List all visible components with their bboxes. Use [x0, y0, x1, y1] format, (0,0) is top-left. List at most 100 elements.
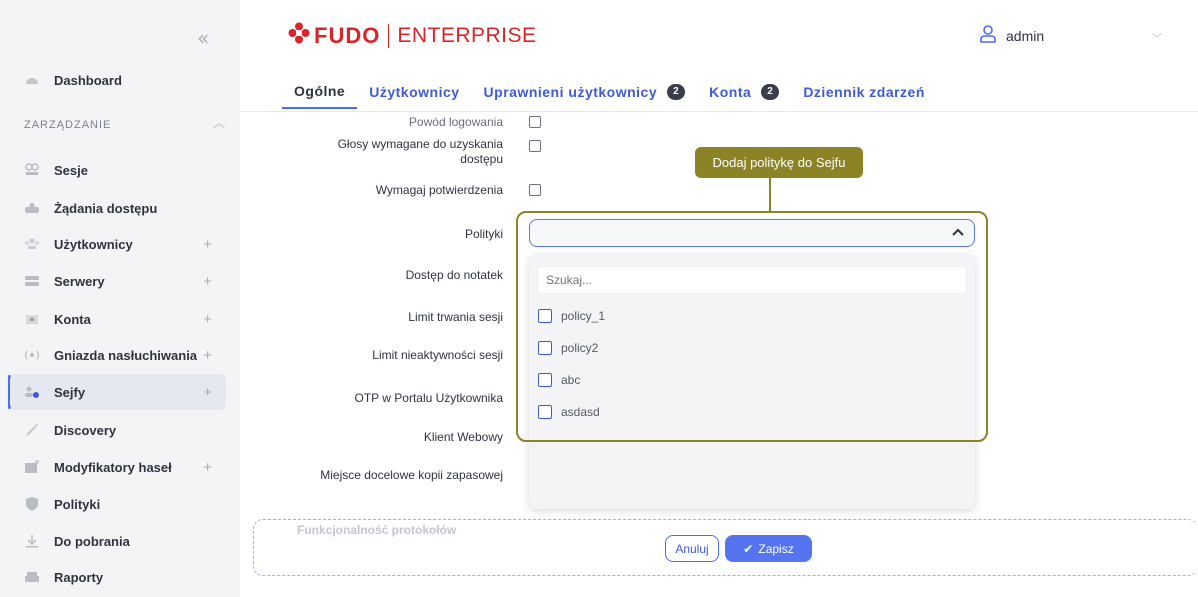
- collapse-sidebar-icon[interactable]: «: [197, 26, 209, 50]
- cancel-button[interactable]: Anuluj: [665, 535, 719, 562]
- count-badge: 2: [667, 84, 686, 100]
- confirm-label: Wymagaj potwierdzenia: [375, 183, 503, 197]
- user-icon: [980, 25, 996, 46]
- check-icon: ✔: [743, 541, 754, 556]
- dropdown-option[interactable]: policy2: [538, 341, 598, 355]
- tab-bar: Ogólne Użytkownicy Uprawnieni użytkownic…: [282, 80, 937, 109]
- reason-label: Powód logowania: [408, 115, 503, 129]
- servers-icon: [24, 273, 40, 289]
- shield-icon: [24, 496, 40, 512]
- users-icon: [24, 236, 40, 252]
- search-input[interactable]: [537, 266, 967, 294]
- add-safe-button[interactable]: +: [203, 384, 212, 401]
- sidebar-item-label: Raporty: [54, 569, 104, 585]
- tooltip-text: Dodaj politykę do Sejfu: [712, 155, 846, 170]
- sidebar-item-safes[interactable]: Sejfy +: [10, 374, 226, 410]
- sidebar-item-accounts[interactable]: Konta +: [10, 301, 226, 337]
- sidebar-item-label: Sejfy: [54, 384, 86, 400]
- sessions-icon: [24, 162, 40, 178]
- username: admin: [1006, 27, 1045, 44]
- dropdown-option[interactable]: asdasd: [538, 405, 600, 419]
- sidebar-item-label: Modyfikatory haseł: [54, 459, 172, 475]
- dropdown-option[interactable]: policy_1: [538, 309, 605, 323]
- confirm-checkbox[interactable]: [529, 184, 541, 196]
- sidebar-item-reports[interactable]: Raporty: [10, 559, 226, 595]
- policies-dropdown: policy_1 policy2 abc asdasd: [529, 254, 975, 509]
- chevron-down-icon[interactable]: ﹀: [1152, 30, 1162, 45]
- tutorial-tooltip: Dodaj politykę do Sejfu: [695, 147, 863, 178]
- sidebar-item-listeners[interactable]: Gniazda nasłuchiwania +: [10, 337, 226, 373]
- option-checkbox[interactable]: [538, 373, 552, 387]
- option-label: policy2: [561, 341, 599, 355]
- option-checkbox[interactable]: [538, 309, 552, 323]
- fudo-enterprise-logo[interactable]: FUDO ENTERPRISE: [288, 22, 537, 49]
- user-menu[interactable]: admin: [980, 25, 1044, 46]
- web-client-label: Klient Webowy: [423, 430, 503, 444]
- sidebar-item-users[interactable]: Użytkownicy +: [10, 226, 226, 262]
- add-user-button[interactable]: +: [203, 236, 212, 253]
- tooltip-connector: [769, 178, 771, 211]
- sidebar-item-policies[interactable]: Polityki: [10, 486, 226, 522]
- accounts-icon: [24, 311, 40, 327]
- sidebar-item-label: Żądania dostępu: [54, 200, 158, 216]
- sidebar-item-dashboard[interactable]: Dashboard: [10, 62, 226, 98]
- tabs-divider: [240, 111, 1198, 112]
- tab-label: Dziennik zdarzeń: [803, 84, 925, 100]
- listeners-icon: [24, 347, 40, 363]
- reports-icon: [24, 569, 40, 585]
- sidebar-item-label: Polityki: [54, 496, 101, 512]
- dashboard-icon: [24, 72, 40, 88]
- option-checkbox[interactable]: [538, 341, 552, 355]
- tab-authorized-users[interactable]: Uprawnieni użytkownicy 2: [472, 80, 698, 109]
- policies-select[interactable]: [529, 219, 975, 247]
- fudo-flower-icon: [288, 22, 310, 49]
- protocol-features-heading: Funkcjonalność protokołów: [297, 523, 457, 537]
- votes-label-line2: dostępu: [460, 152, 503, 166]
- sidebar-item-access-requests[interactable]: Żądania dostępu: [10, 190, 226, 226]
- sidebar-item-label: Dashboard: [54, 72, 122, 88]
- backup-destination-label: Miejsce docelowe kopii zapasowej: [320, 468, 503, 482]
- notes-label: Dostęp do notatek: [405, 268, 503, 282]
- reason-checkbox[interactable]: [529, 116, 541, 128]
- save-button[interactable]: ✔ Zapisz: [725, 535, 812, 562]
- otp-label: OTP w Portalu Użytkownika: [354, 391, 504, 405]
- option-checkbox[interactable]: [538, 405, 552, 419]
- tab-accounts[interactable]: Konta 2: [697, 80, 791, 109]
- votes-checkbox[interactable]: [529, 140, 541, 152]
- sidebar-item-discovery[interactable]: Discovery: [10, 412, 226, 448]
- inactivity-limit-label: Limit nieaktywności sesji: [372, 348, 503, 362]
- tab-general[interactable]: Ogólne: [282, 80, 358, 109]
- tab-users[interactable]: Użytkownicy: [357, 80, 471, 109]
- sidebar-item-servers[interactable]: Serwery +: [10, 263, 226, 299]
- download-icon: [24, 533, 40, 549]
- section-label-management: ZARZĄDZANIE: [24, 119, 112, 131]
- safes-icon: [24, 384, 40, 400]
- policies-label: Polityki: [464, 227, 503, 241]
- sidebar-item-label: Konta: [54, 311, 91, 327]
- cancel-label: Anuluj: [675, 541, 709, 556]
- sidebar-item-password-changers[interactable]: Modyfikatory haseł +: [10, 449, 226, 485]
- chevron-up-icon[interactable]: ︿: [213, 114, 225, 131]
- option-label: asdasd: [561, 405, 600, 419]
- tab-label: Uprawnieni użytkownicy: [483, 84, 658, 100]
- dropdown-option[interactable]: abc: [538, 373, 580, 387]
- tab-label: Użytkownicy: [369, 84, 460, 100]
- chevron-up-icon: [952, 224, 964, 239]
- add-listener-button[interactable]: +: [203, 347, 212, 364]
- sidebar-item-downloads[interactable]: Do pobrania: [10, 523, 226, 559]
- sidebar-item-label: Serwery: [54, 273, 105, 289]
- add-password-changer-button[interactable]: +: [203, 459, 212, 476]
- password-changers-icon: [24, 459, 40, 475]
- sidebar-item-sessions[interactable]: Sesje: [10, 152, 226, 188]
- votes-label-line1: Głosy wymagane do uzyskania: [337, 137, 503, 151]
- sidebar-item-label: Użytkownicy: [54, 236, 133, 252]
- option-label: policy_1: [561, 309, 606, 323]
- sidebar: « Dashboard ZARZĄDZANIE ︿ Sesje Żądania …: [0, 0, 240, 597]
- sidebar-item-label: Discovery: [54, 422, 117, 438]
- add-account-button[interactable]: +: [203, 311, 212, 328]
- logo-enterprise-text: ENTERPRISE: [397, 23, 537, 47]
- tab-event-log[interactable]: Dziennik zdarzeń: [791, 80, 937, 109]
- count-badge: 2: [761, 84, 780, 100]
- tab-label: Konta: [709, 84, 752, 100]
- add-server-button[interactable]: +: [203, 273, 212, 290]
